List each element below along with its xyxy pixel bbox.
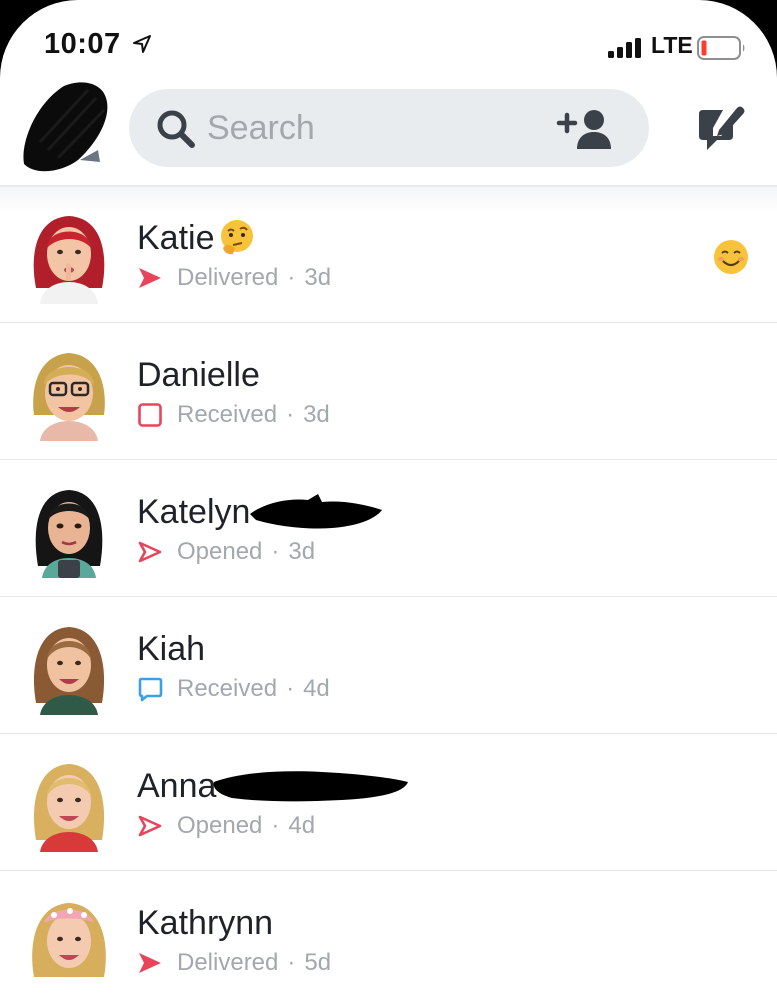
chat-name: Kiah — [137, 629, 206, 668]
outline-red-arrow-icon — [137, 539, 163, 565]
chat-name-row: Katie — [137, 216, 257, 260]
status-text: Opened — [177, 812, 263, 839]
status-separator: · — [271, 812, 280, 839]
chat-row-danielle[interactable]: Danielle Received · 3d — [0, 323, 777, 460]
search-icon — [157, 110, 195, 148]
search-bar[interactable]: Search — [129, 89, 649, 167]
filled-red-arrow-icon — [137, 950, 163, 976]
status-separator: · — [271, 538, 280, 565]
status-text: Delivered — [177, 264, 279, 291]
bitmoji-avatar-danielle — [33, 353, 105, 441]
chat-name-row: Kathrynn — [137, 901, 273, 945]
status-text: Received — [177, 675, 278, 702]
status-time: 3d — [288, 538, 316, 565]
chat-row-anna[interactable]: Anna Opened · 4d — [0, 734, 777, 871]
outline-red-arrow-icon — [137, 813, 163, 839]
profile-avatar-button[interactable] — [18, 80, 114, 174]
redaction-scribble — [250, 494, 383, 529]
new-chat-icon[interactable] — [693, 102, 747, 154]
status-text: Received — [177, 401, 278, 428]
status-separator: · — [287, 949, 296, 976]
chat-name: Kathrynn — [137, 903, 274, 942]
outline-red-square-icon — [137, 402, 163, 428]
chat-status: Received · 4d — [137, 675, 330, 703]
chat-status: Delivered · 5d — [137, 949, 331, 977]
status-time: 4d — [288, 812, 316, 839]
chat-status: Delivered · 3d — [137, 264, 331, 292]
clock-time: 10:07 — [44, 28, 121, 60]
chat-name: Katelyn — [137, 492, 251, 531]
chat-row-kathrynn[interactable]: Kathrynn Delivered · 5d — [0, 871, 777, 1000]
bitmoji-avatar-katie — [33, 216, 105, 304]
status-time: 3d — [303, 401, 330, 428]
cellular-signal-icon — [608, 38, 641, 58]
status-time: 5d — [304, 949, 332, 976]
chat-name: Anna — [137, 766, 217, 805]
thinking-face-emoji-icon — [220, 220, 253, 255]
chat-row-katelyn[interactable]: Katelyn Opened · 3d — [0, 460, 777, 597]
chat-name: Katie — [137, 218, 215, 257]
chat-status: Received · 3d — [137, 401, 330, 429]
chat-row-kiah[interactable]: Kiah Received · 4d — [0, 597, 777, 734]
chat-status: Opened · 3d — [137, 538, 315, 566]
chat-status: Opened · 4d — [137, 812, 315, 840]
smiling-face-emoji-icon — [714, 240, 748, 274]
network-type: LTE — [651, 32, 693, 58]
bitmoji-avatar-kiah — [33, 627, 105, 715]
chat-screen: 10:07 LTE Search Katie Delivered · 3d Da… — [0, 0, 777, 1000]
status-text: Delivered — [177, 949, 279, 976]
chat-name-row: Kiah — [137, 627, 205, 671]
chat-name-row: Danielle — [137, 353, 260, 397]
chat-name-row: Anna — [137, 764, 416, 808]
bitmoji-avatar-kathrynn — [32, 903, 106, 977]
status-text: Opened — [177, 538, 263, 565]
header: Search — [0, 80, 777, 213]
outline-blue-chat-icon — [137, 676, 163, 702]
search-placeholder: Search — [207, 109, 315, 147]
status-separator: · — [286, 401, 295, 428]
filled-red-arrow-icon — [137, 265, 163, 291]
add-friend-icon[interactable] — [555, 107, 615, 151]
chat-name: Danielle — [137, 355, 260, 394]
location-arrow-icon — [133, 35, 151, 53]
battery-low-icon — [697, 36, 745, 60]
status-separator: · — [286, 675, 295, 702]
status-time: 3d — [304, 264, 332, 291]
redaction-scribble — [214, 771, 409, 802]
chat-name-row: Katelyn — [137, 490, 390, 534]
bitmoji-avatar-anna — [33, 764, 105, 852]
status-time: 4d — [303, 675, 330, 702]
status-separator: · — [287, 264, 296, 291]
status-bar: 10:07 LTE — [0, 0, 777, 80]
chat-list: Katie Delivered · 3d Danielle Received ·… — [0, 186, 777, 1000]
bitmoji-avatar-katelyn — [35, 490, 103, 578]
chat-row-katie[interactable]: Katie Delivered · 3d — [0, 186, 777, 323]
